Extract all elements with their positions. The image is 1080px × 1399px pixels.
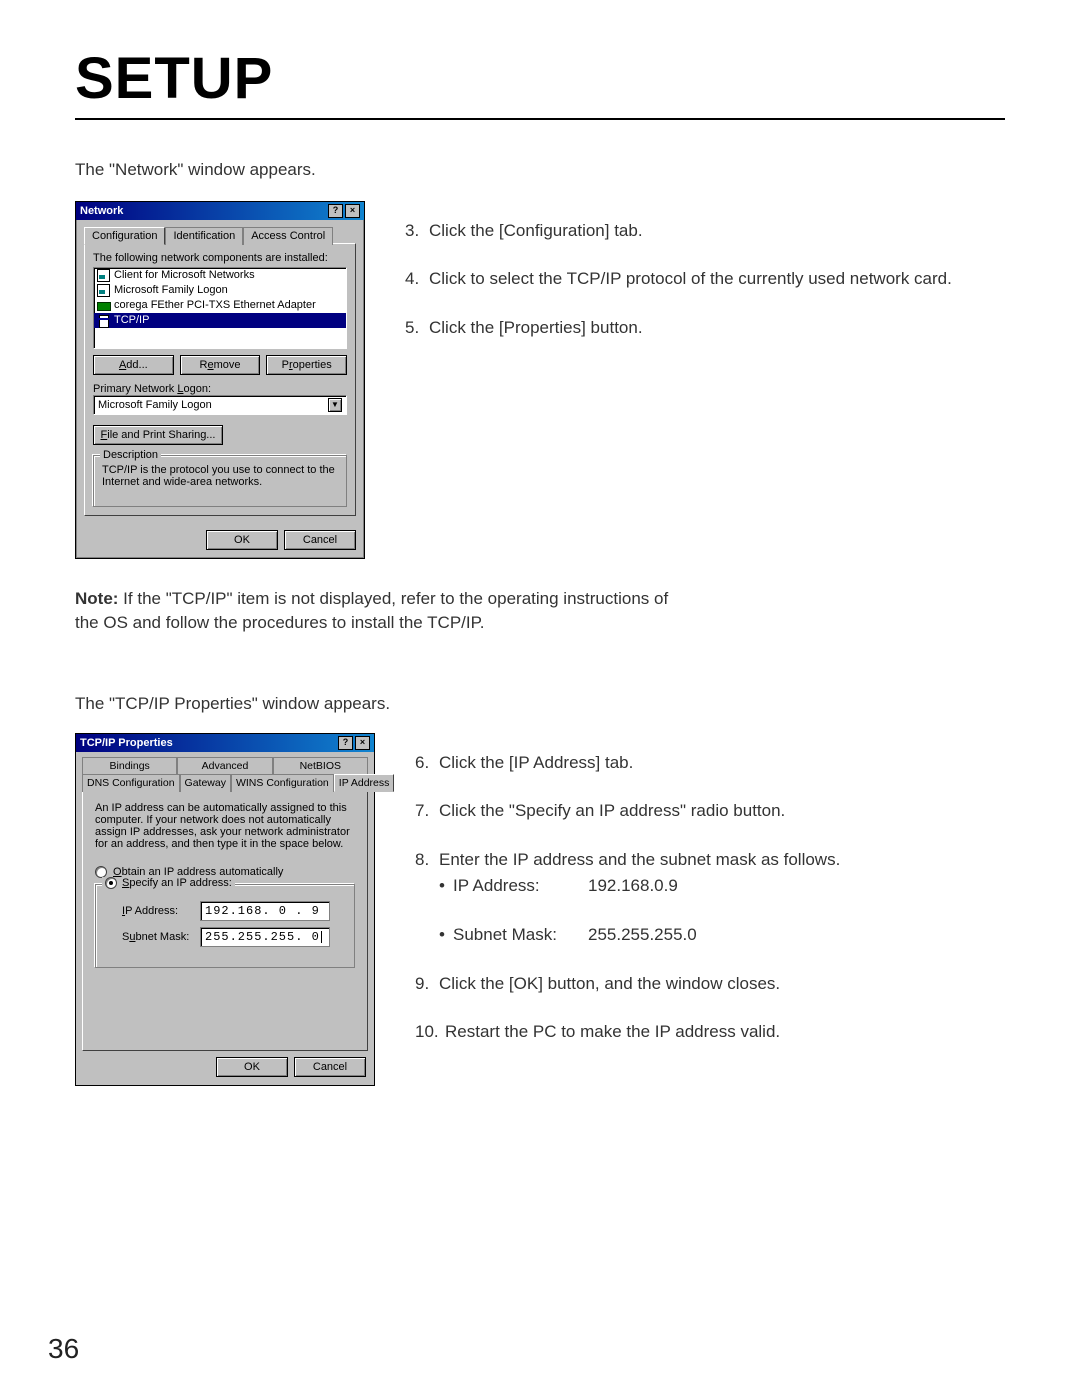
intro-text-1: The "Network" window appears.: [75, 158, 1005, 183]
combo-value: Microsoft Family Logon: [98, 399, 328, 411]
tab-netbios[interactable]: NetBIOS: [273, 757, 368, 774]
properties-button[interactable]: Properties: [266, 355, 347, 375]
tcpip-titlebar: TCP/IP Properties ? ×: [76, 734, 374, 752]
ok-button[interactable]: OK: [216, 1057, 288, 1077]
network-dialog: Network ? × Configuration Identification…: [75, 201, 365, 559]
list-item[interactable]: corega FEther PCI-TXS Ethernet Adapter: [94, 298, 346, 313]
description-label: Description: [100, 449, 161, 461]
close-icon[interactable]: ×: [345, 204, 360, 218]
remove-button[interactable]: Remove: [180, 355, 261, 375]
file-print-sharing-button[interactable]: File and Print Sharing...: [93, 425, 223, 445]
add-button[interactable]: Add...: [93, 355, 174, 375]
radio-specify-label: Specify an IP address:: [122, 877, 232, 889]
chevron-down-icon[interactable]: ▼: [328, 398, 342, 412]
help-icon[interactable]: ?: [328, 204, 343, 218]
tab-access-control[interactable]: Access Control: [243, 227, 333, 245]
tab-ip-address[interactable]: IP Address: [334, 774, 395, 792]
steps-list-1: 3.Click the [Configuration] tab. 4.Click…: [405, 219, 1005, 341]
page-number: 36: [48, 1333, 79, 1365]
steps-list-2: 6.Click the [IP Address] tab. 7.Click th…: [415, 751, 1005, 1045]
tab-advanced[interactable]: Advanced: [177, 757, 272, 774]
description-group: Description TCP/IP is the protocol you u…: [93, 455, 347, 507]
list-item-tcpip[interactable]: TCP/IP: [94, 313, 346, 328]
installed-label: The following network components are ins…: [93, 252, 347, 264]
cancel-button[interactable]: Cancel: [294, 1057, 366, 1077]
tab-dns[interactable]: DNS Configuration: [82, 774, 180, 792]
subnet-mask-label: Subnet Mask:: [122, 931, 200, 943]
primary-logon-combo[interactable]: Microsoft Family Logon ▼: [93, 395, 347, 415]
adapter-icon: [97, 299, 110, 312]
intro-text-2: The "TCP/IP Properties" window appears.: [75, 692, 1005, 717]
subnet-mask-input[interactable]: 255.255.255. 0: [200, 927, 330, 947]
ip-address-label: IP Address:: [122, 905, 200, 917]
step-item: 5.Click the [Properties] button.: [405, 316, 1005, 341]
components-listbox[interactable]: Client for Microsoft Networks Microsoft …: [93, 267, 347, 349]
list-item-label: Client for Microsoft Networks: [114, 269, 255, 281]
note-label: Note:: [75, 589, 118, 608]
bullet-ip: •IP Address:192.168.0.9: [439, 874, 1005, 899]
bullet-mask: •Subnet Mask:255.255.255.0: [439, 923, 1005, 948]
list-item-label: Microsoft Family Logon: [114, 284, 228, 296]
ip-blurb: An IP address can be automatically assig…: [95, 802, 355, 850]
description-text: TCP/IP is the protocol you use to connec…: [102, 464, 338, 498]
radio-specify[interactable]: [105, 877, 117, 889]
help-icon[interactable]: ?: [338, 736, 353, 750]
note-text: If the "TCP/IP" item is not displayed, r…: [75, 589, 668, 633]
step-item: 3.Click the [Configuration] tab.: [405, 219, 1005, 244]
btn-label: dd...: [126, 359, 147, 371]
list-item-label: corega FEther PCI-TXS Ethernet Adapter: [114, 299, 316, 311]
tcpip-dialog: TCP/IP Properties ? × Bindings Advanced …: [75, 733, 375, 1086]
step-item: 6.Click the [IP Address] tab.: [415, 751, 1005, 776]
ok-button[interactable]: OK: [206, 530, 278, 550]
primary-logon-label: Primary Network Logon:: [93, 383, 347, 395]
step-item: 9.Click the [OK] button, and the window …: [415, 972, 1005, 997]
list-item-label: TCP/IP: [114, 314, 149, 326]
client-icon: [97, 284, 110, 297]
step-item: 4.Click to select the TCP/IP protocol of…: [405, 267, 1005, 292]
cancel-button[interactable]: Cancel: [284, 530, 356, 550]
step-item: 10.Restart the PC to make the IP address…: [415, 1020, 1005, 1045]
tab-bindings[interactable]: Bindings: [82, 757, 177, 774]
page-title: SETUP: [75, 45, 1005, 112]
ip-address-input[interactable]: 192.168. 0 . 9: [200, 901, 330, 921]
tab-configuration[interactable]: Configuration: [84, 227, 165, 245]
list-item[interactable]: Microsoft Family Logon: [94, 283, 346, 298]
network-titlebar: Network ? ×: [76, 202, 364, 220]
tcpip-title: TCP/IP Properties: [80, 737, 173, 749]
network-title: Network: [80, 205, 123, 217]
tab-wins[interactable]: WINS Configuration: [231, 774, 334, 792]
title-rule: [75, 118, 1005, 120]
step-item-8: 8. Enter the IP address and the subnet m…: [415, 848, 1005, 948]
list-item[interactable]: Client for Microsoft Networks: [94, 268, 346, 283]
step-item: 7.Click the "Specify an IP address" radi…: [415, 799, 1005, 824]
tab-gateway[interactable]: Gateway: [180, 774, 231, 792]
tab-identification[interactable]: Identification: [165, 227, 243, 245]
close-icon[interactable]: ×: [355, 736, 370, 750]
protocol-icon: [97, 314, 110, 327]
client-icon: [97, 269, 110, 282]
